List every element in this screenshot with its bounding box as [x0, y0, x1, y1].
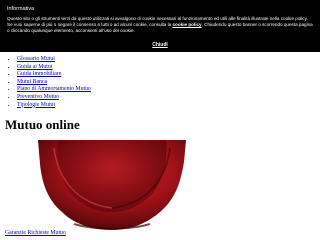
cookie-banner-message: Questo sito o gli strumenti terzi da que…	[7, 16, 313, 34]
nav-item: Glossario Mutui	[17, 56, 91, 64]
link-garanzie-richieste-mutuo[interactable]: Garanzie Richieste Mutuo	[5, 230, 66, 237]
nav-link-piano-ammortamento[interactable]: Piano di Ammortamento Mutuo	[17, 86, 91, 92]
nav-link-preventivo-mutuo[interactable]: Preventivo Mutuo	[17, 94, 59, 100]
nav-list: Glossario Mutui Guida ai Mutui Guida Imm…	[9, 56, 91, 109]
wax-seal-graphic	[38, 140, 186, 230]
wax-seal-image	[34, 140, 190, 230]
cookie-policy-link[interactable]: cookie policy	[173, 22, 202, 27]
cookie-close-button[interactable]: Chiudi	[0, 42, 320, 48]
nav-link-glossario-mutui[interactable]: Glossario Mutui	[17, 56, 55, 62]
nav-link-mutui-banca[interactable]: Mutui Banca	[17, 79, 47, 85]
nav-link-guida-ai-mutui[interactable]: Guida ai Mutui	[17, 64, 52, 70]
nav-item: Tipologie Mutui	[17, 102, 91, 110]
cookie-banner-title: Informativa	[7, 6, 35, 12]
nav-link-guida-immobiliare[interactable]: Guida Immobiliare	[17, 71, 61, 77]
nav-item: Guida Immobiliare	[17, 71, 91, 79]
cookie-banner: Informativa Questo sito o gli strumenti …	[0, 0, 320, 52]
nav-item: Guida ai Mutui	[17, 64, 91, 72]
nav-item: Mutui Banca	[17, 79, 91, 87]
nav-item: Preventivo Mutuo	[17, 94, 91, 102]
page-heading: Mutuo online	[5, 117, 80, 132]
nav-item: Piano di Ammortamento Mutuo	[17, 86, 91, 94]
nav-link-tipologie-mutui[interactable]: Tipologie Mutui	[17, 102, 55, 108]
